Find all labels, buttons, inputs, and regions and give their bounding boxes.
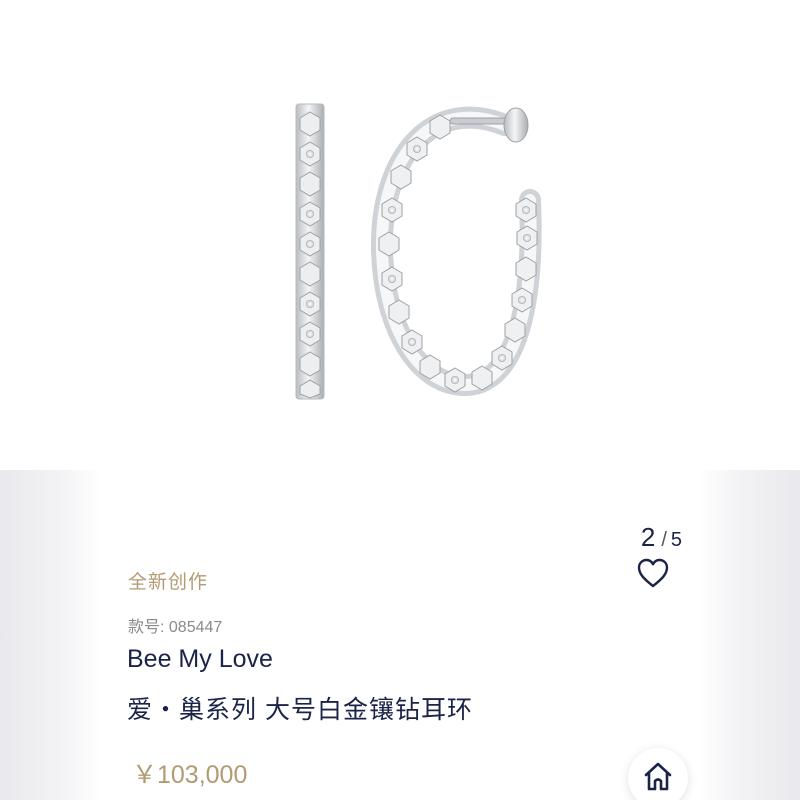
earring-hoop-icon	[295, 103, 542, 400]
sku-label: 款号: 085447	[128, 619, 223, 636]
product-detail-screen: 2/5 全新创作 款号: 085447 Bee My Love 爱・巢系列 大号…	[0, 0, 800, 800]
home-icon	[644, 762, 672, 791]
pager-total: 5	[670, 529, 682, 551]
product-price: ￥103,000	[132, 761, 248, 789]
collection-name: Bee My Love	[127, 645, 273, 673]
favorite-button[interactable]	[636, 557, 670, 589]
home-button[interactable]	[628, 748, 688, 800]
pager-current: 2	[640, 522, 656, 552]
pager-separator: /	[661, 529, 667, 551]
image-pager: 2/5	[641, 522, 682, 553]
product-title: 爱・巢系列 大号白金镶钻耳环	[127, 696, 473, 724]
new-creation-tag: 全新创作	[128, 572, 209, 593]
right-fade	[700, 470, 800, 800]
left-fade	[0, 470, 100, 800]
heart-icon	[637, 558, 669, 588]
product-image[interactable]	[0, 0, 800, 500]
